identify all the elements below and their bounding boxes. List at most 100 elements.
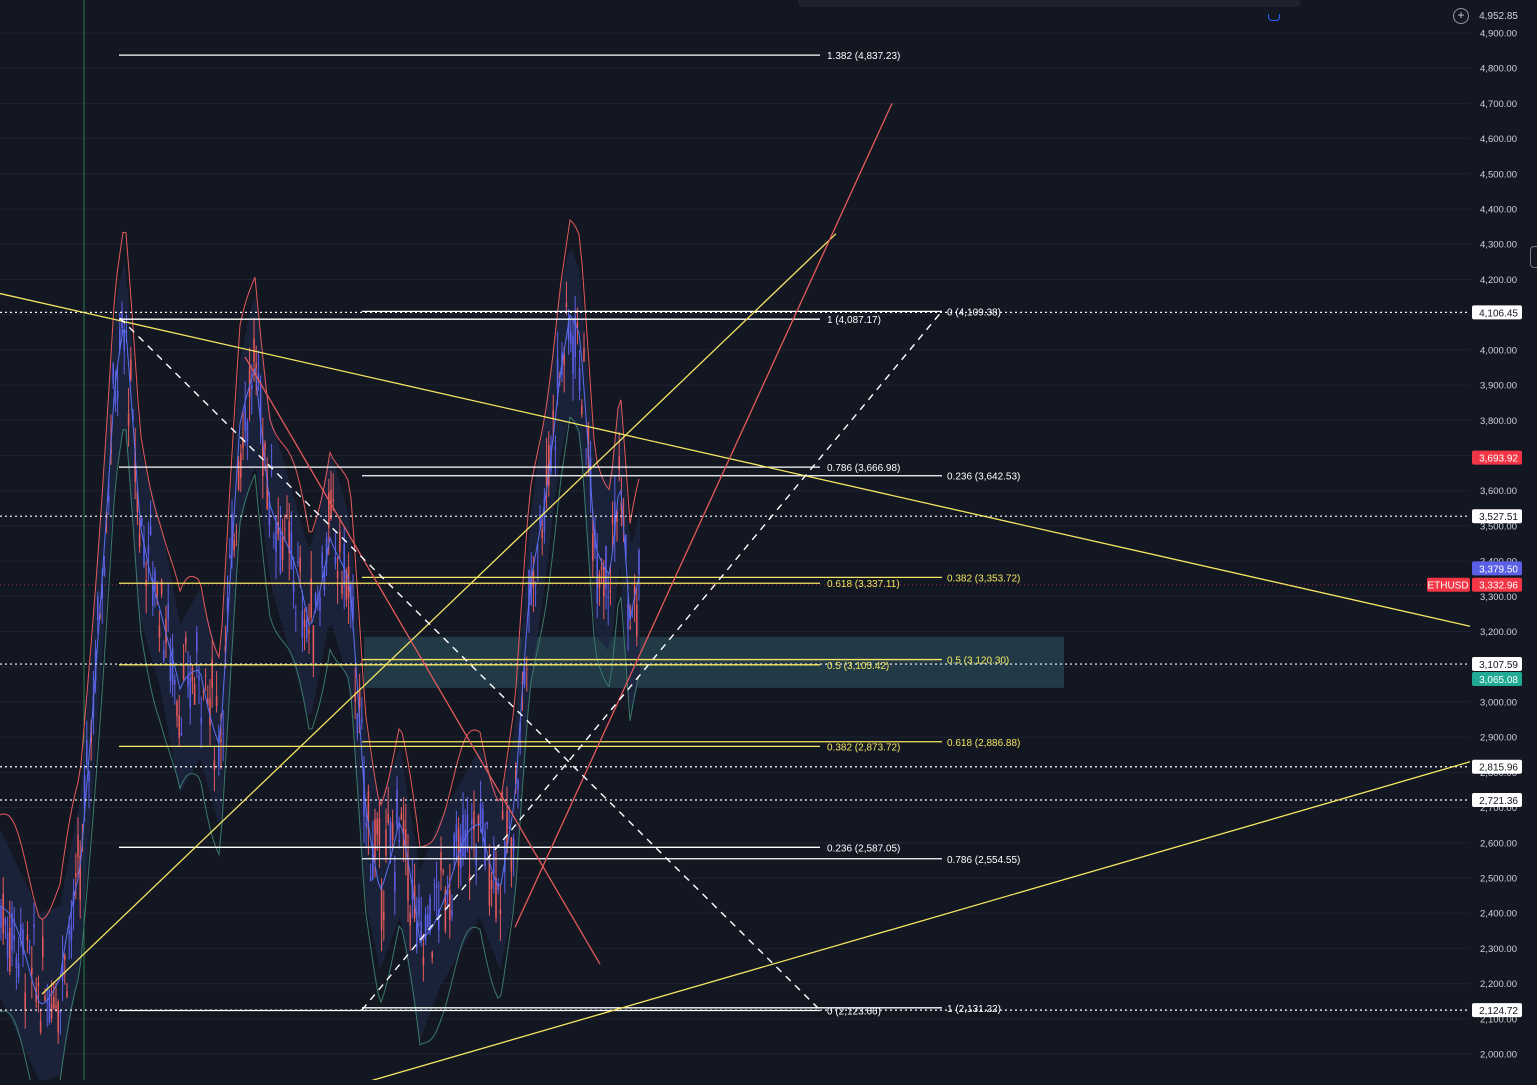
fib1-level-label: 0.5 (3,105.42): [827, 661, 889, 672]
price-tick-label: 3,200.00: [1480, 627, 1517, 638]
candle-body: [191, 667, 194, 682]
candle-body: [534, 591, 537, 593]
candle-body: [77, 835, 79, 858]
candle-body: [108, 495, 110, 502]
price-badge-label: 2,815.96: [1479, 763, 1518, 774]
candle-body: [251, 384, 253, 389]
candle-body: [310, 578, 312, 618]
candle-body: [154, 570, 156, 589]
chart-area[interactable]: 1.382 (4,837.23) 1 (4,087.17) 0.786 (3,666…: [0, 0, 1537, 1085]
price-chart[interactable]: 1.382 (4,837.23) 1 (4,087.17) 0.786 (3,666…: [0, 0, 1537, 1085]
candle-body: [376, 819, 378, 835]
candle-body: [246, 421, 249, 443]
candle-body: [565, 303, 568, 307]
candle-body: [556, 359, 559, 388]
fib2-level-label: 0.618 (2,886.88): [947, 738, 1020, 749]
candle-body: [171, 647, 174, 686]
candle-body: [493, 846, 495, 874]
candle-body: [468, 874, 471, 882]
candle-body: [2, 893, 4, 934]
candle-body: [86, 739, 88, 765]
candle-body: [490, 880, 493, 889]
price-tick-label: 2,300.00: [1480, 944, 1517, 955]
candle-body: [253, 338, 255, 362]
candle-body: [299, 557, 301, 572]
descending-trendline: [0, 292, 1471, 627]
fib2-level-label: 0.5 (3,120.30): [947, 656, 1009, 667]
drawing-toolbar[interactable]: [798, 0, 1300, 7]
candle-body: [33, 923, 35, 928]
candle-body: [279, 528, 282, 573]
candle-body: [482, 809, 484, 832]
fib2-level-label: 0.382 (3,353.72): [947, 573, 1020, 584]
toolbar-handle-icon[interactable]: [1268, 14, 1280, 21]
candle-body: [486, 821, 488, 824]
candle-body: [229, 554, 231, 558]
candle-body: [387, 813, 389, 823]
candle-body: [455, 824, 458, 842]
candle-body: [123, 329, 125, 352]
candle-body: [57, 1001, 59, 1033]
candle-body: [334, 557, 337, 564]
candle-body: [20, 924, 22, 937]
candle-body: [510, 837, 513, 872]
candle-body: [526, 668, 528, 670]
candle-body: [204, 674, 207, 676]
candle-body: [339, 531, 341, 552]
candle-body: [427, 914, 429, 928]
fib2-level-label: 0 (4,109.38): [947, 307, 1001, 318]
candle-body: [389, 821, 392, 848]
candle-body: [147, 545, 150, 554]
symbol-tag-label: ETHUSD: [1427, 581, 1468, 592]
candle-body: [341, 585, 343, 595]
fib1-level-label: 0.786 (3,666.98): [827, 463, 900, 474]
candle-body: [185, 637, 187, 645]
candle-body: [627, 604, 629, 629]
candle-body: [361, 718, 363, 723]
candle-body: [237, 460, 240, 490]
candle-body: [28, 947, 31, 949]
price-badge-label: 4,952.85: [1479, 11, 1518, 22]
candle-body: [319, 597, 321, 611]
candle-body: [563, 355, 565, 365]
candle-body: [48, 990, 51, 1023]
red-uptrend-line: [514, 103, 893, 928]
candle-body: [475, 846, 477, 866]
candle-body: [187, 675, 189, 687]
candle-body: [37, 983, 40, 986]
candle-body: [213, 760, 216, 770]
candle-body: [611, 517, 614, 525]
candle-body: [328, 492, 330, 528]
candle-body: [193, 683, 196, 705]
candle-body: [180, 732, 183, 736]
candle-body: [609, 591, 612, 593]
candle-body: [97, 596, 99, 620]
add-plus-icon[interactable]: +: [1453, 8, 1469, 24]
candle-body: [358, 690, 361, 707]
fib2-level-label: 1 (2,131.22): [947, 1004, 1001, 1015]
candle-body: [572, 336, 574, 374]
candle-body: [55, 1005, 57, 1009]
candle-body: [103, 566, 106, 576]
candle-body: [396, 789, 398, 826]
candle-body: [13, 934, 15, 941]
candle-body: [75, 873, 77, 878]
price-tick-label: 4,300.00: [1480, 240, 1517, 251]
candle-body: [215, 696, 218, 706]
candle-body: [501, 810, 504, 820]
candle-body: [596, 555, 598, 604]
candle-body: [24, 992, 26, 1011]
candle-body: [356, 713, 359, 734]
candle-body: [116, 390, 119, 399]
candle-body: [39, 1020, 42, 1033]
price-tick-label: 2,900.00: [1480, 733, 1517, 744]
price-tick-label: 4,500.00: [1480, 169, 1517, 180]
candle-body: [471, 819, 473, 824]
candle-body: [176, 701, 178, 717]
candle-body: [130, 359, 132, 380]
price-badge-label: 2,124.72: [1479, 1006, 1518, 1017]
candle-body: [431, 952, 433, 959]
panel-expand-handle[interactable]: [1530, 246, 1537, 268]
candle-body: [343, 544, 345, 587]
candle-body: [605, 546, 607, 589]
